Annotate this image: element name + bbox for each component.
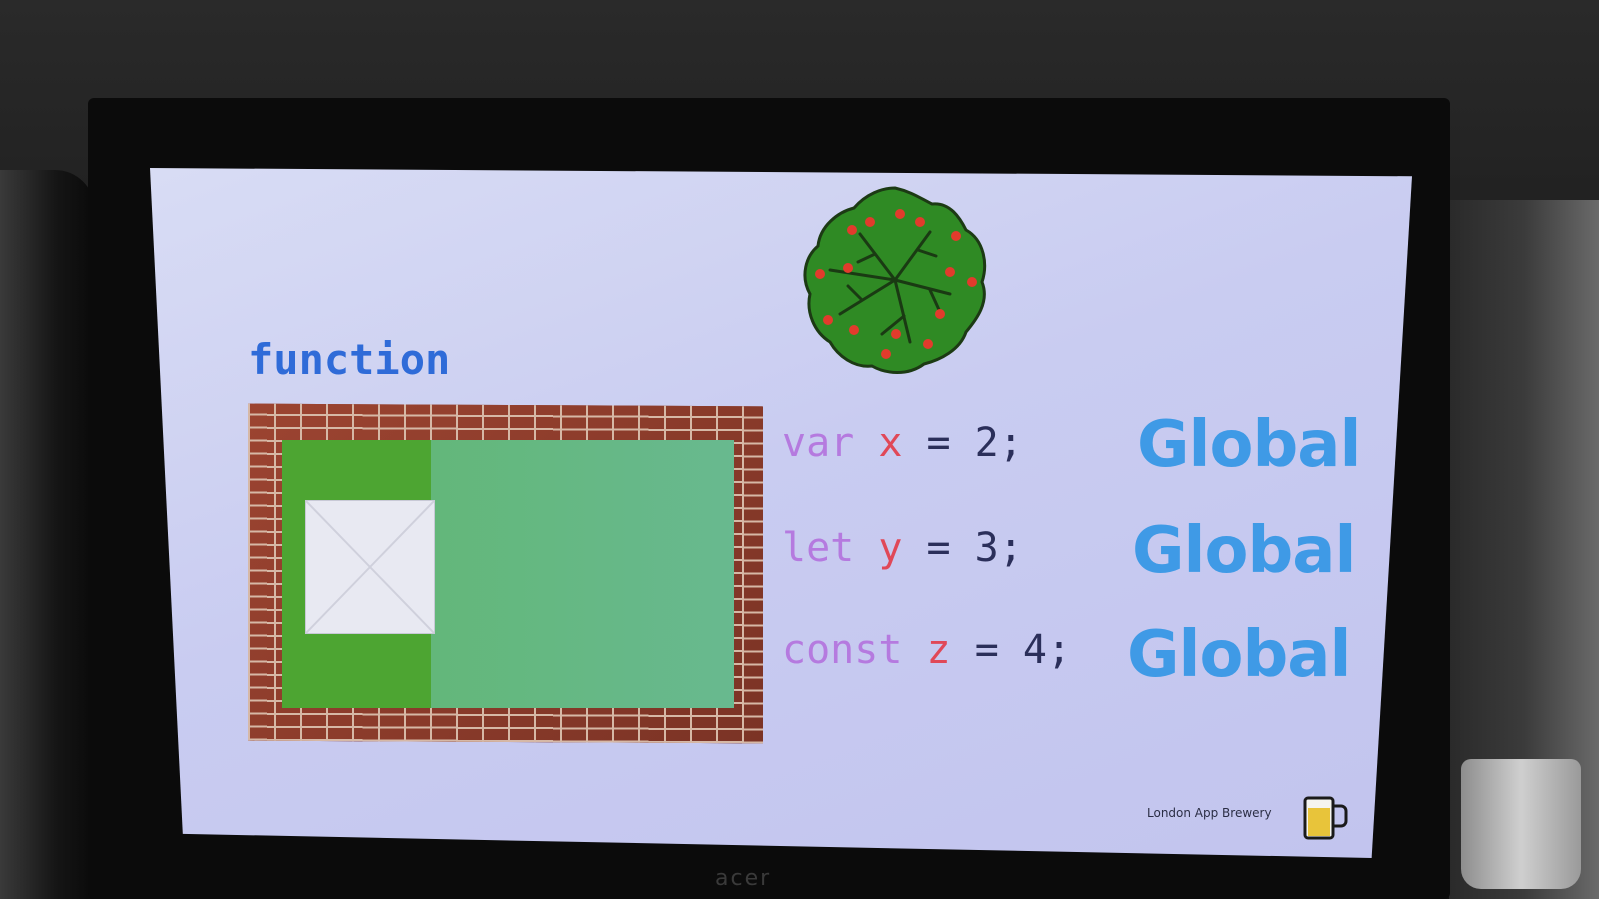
- cup: [1461, 759, 1581, 889]
- assignment-y: = 3;: [902, 525, 1023, 571]
- scope-label-const: Global: [1127, 618, 1351, 692]
- monitor-brand: acer: [715, 866, 772, 891]
- assignment-z: = 4;: [950, 627, 1072, 673]
- variable-y: y: [878, 525, 903, 571]
- scope-label-let: Global: [1132, 514, 1356, 588]
- variable-x: x: [878, 420, 903, 466]
- keyword-var: var: [782, 420, 855, 466]
- beer-mug-icon: [1303, 796, 1348, 840]
- credit-text: London App Brewery: [1147, 806, 1272, 820]
- white-box: [305, 500, 435, 634]
- code-line-var: var x = 2;: [782, 420, 1023, 466]
- code-line-let: let y = 3;: [782, 525, 1023, 571]
- background-desk-items: [1449, 200, 1599, 899]
- tree-icon: [803, 186, 987, 374]
- code-line-const: const z = 4;: [782, 627, 1071, 673]
- variable-z: z: [926, 627, 951, 673]
- keyword-let: let: [782, 525, 855, 571]
- assignment-x: = 2;: [902, 420, 1023, 466]
- background-wall: [0, 170, 95, 899]
- keyword-const: const: [782, 627, 903, 673]
- scope-label-var: Global: [1137, 408, 1361, 482]
- function-label: function: [248, 335, 451, 384]
